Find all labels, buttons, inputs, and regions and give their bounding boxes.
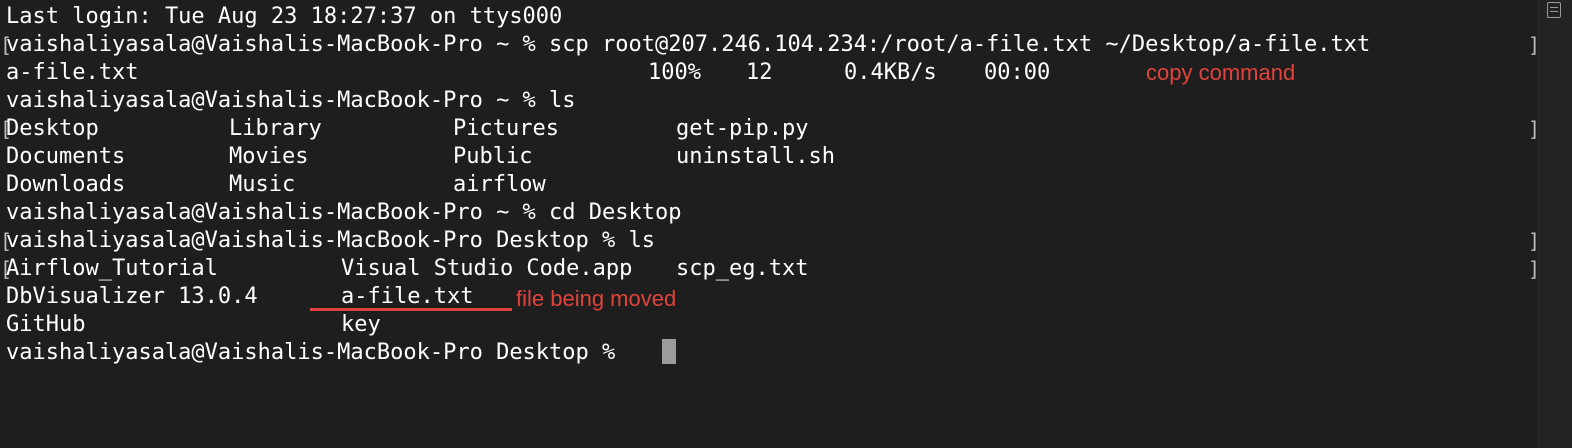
ls-entry: Music (229, 172, 296, 197)
ls-entry: GitHub (6, 312, 86, 337)
ls-entry: Public (453, 144, 533, 169)
ls-command-text: vaishaliyasala@Vaishalis-MacBook-Pro Des… (6, 228, 656, 253)
terminal-line-desktop-row-2: DbVisualizer 13.0.4 a-file.txt (0, 283, 1536, 311)
scp-command-text: vaishaliyasala@Vaishalis-MacBook-Pro ~ %… (6, 32, 1371, 57)
terminal-line-ls-row-1: [ Desktop Library Pictures get-pip.py ] (0, 115, 1540, 143)
list-icon[interactable] (1547, 2, 1561, 18)
ls-entry-a-file: a-file.txt (341, 284, 474, 309)
ls-entry: uninstall.sh (676, 144, 835, 169)
annotation-copy-command: copy command (1146, 60, 1296, 85)
terminal-line-scp-command: [ vaishaliyasala@Vaishalis-MacBook-Pro ~… (0, 31, 1540, 59)
transfer-filename: a-file.txt (6, 60, 139, 85)
annotation-file-being-moved: file being moved (516, 286, 677, 311)
ls-entry: Airflow_Tutorial (6, 256, 218, 281)
transfer-rate: 0.4KB/s (844, 60, 937, 85)
terminal-line-ls-home: vaishaliyasala@Vaishalis-MacBook-Pro ~ %… (0, 87, 1536, 115)
terminal-line-ls-row-2: Documents Movies Public uninstall.sh (0, 143, 1536, 171)
transfer-size: 12 (746, 60, 773, 85)
ls-entry: Visual Studio Code.app (341, 256, 633, 281)
terminal-window[interactable]: Last login: Tue Aug 23 18:27:37 on ttys0… (0, 0, 1572, 448)
ls-command-text: vaishaliyasala@Vaishalis-MacBook-Pro ~ %… (6, 88, 576, 113)
annotation-underline (310, 308, 512, 311)
cd-command-text: vaishaliyasala@Vaishalis-MacBook-Pro ~ %… (6, 200, 682, 225)
ls-entry: Downloads (6, 172, 126, 197)
ls-entry: Documents (6, 144, 126, 169)
prompt-text: vaishaliyasala@Vaishalis-MacBook-Pro Des… (6, 340, 629, 365)
ls-entry: Desktop (6, 116, 99, 141)
ls-entry: Library (229, 116, 322, 141)
terminal-line-cd-desktop: vaishaliyasala@Vaishalis-MacBook-Pro ~ %… (0, 199, 1536, 227)
terminal-line-ls-row-3: Downloads Music airflow (0, 171, 1536, 199)
terminal-line-prompt[interactable]: vaishaliyasala@Vaishalis-MacBook-Pro Des… (0, 339, 1536, 367)
terminal-line-last-login: Last login: Tue Aug 23 18:27:37 on ttys0… (0, 3, 1536, 31)
ls-entry: Movies (229, 144, 309, 169)
ls-entry: get-pip.py (676, 116, 809, 141)
transfer-percent: 100% (648, 60, 701, 85)
ls-entry: airflow (453, 172, 546, 197)
transfer-time: 00:00 (984, 60, 1051, 85)
ls-entry: scp_eg.txt (676, 256, 809, 281)
terminal-line-desktop-row-1: [ Airflow_Tutorial Visual Studio Code.ap… (0, 255, 1540, 283)
text-cursor (662, 339, 676, 364)
terminal-line-desktop-row-3: GitHub key (0, 311, 1536, 339)
last-login-text: Last login: Tue Aug 23 18:27:37 on ttys0… (6, 4, 563, 29)
terminal-line-ls-desktop: [ vaishaliyasala@Vaishalis-MacBook-Pro D… (0, 227, 1540, 255)
ls-entry: Pictures (453, 116, 559, 141)
scrollbar[interactable] (1538, 0, 1572, 448)
ls-entry: DbVisualizer 13.0.4 (6, 284, 258, 309)
ls-entry: key (341, 312, 381, 337)
terminal-line-transfer-progress: a-file.txt 100% 12 0.4KB/s 00:00 (0, 59, 1536, 87)
